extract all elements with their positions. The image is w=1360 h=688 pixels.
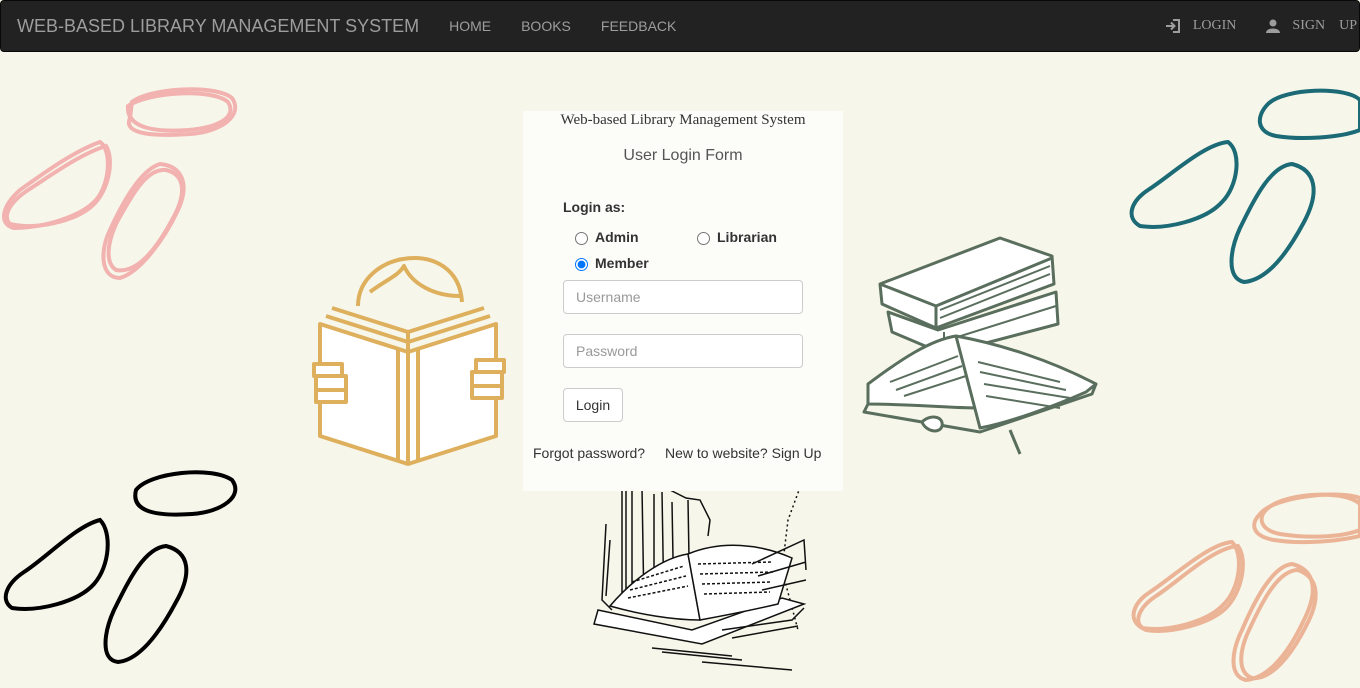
- radio-librarian-option[interactable]: Librarian: [697, 229, 777, 245]
- squiggle-teal-decoration: [1129, 88, 1360, 285]
- reading-person-illustration: [312, 256, 506, 466]
- signup-link[interactable]: New to website? Sign Up: [665, 445, 821, 461]
- book-stack-illustration: [862, 236, 1098, 455]
- nav-feedback[interactable]: FEEDBACK: [586, 18, 691, 34]
- radio-librarian-label: Librarian: [717, 229, 777, 245]
- nav-signup[interactable]: SIGN UP: [1266, 18, 1359, 34]
- nav-login-label: LOGIN: [1192, 18, 1237, 33]
- nav-signup-label-2: UP: [1339, 18, 1357, 33]
- nav-right: LOGIN SIGN UP: [1165, 1, 1359, 51]
- nav-signup-label-1: SIGN: [1292, 18, 1326, 33]
- radio-librarian[interactable]: [697, 232, 710, 245]
- radio-member-label: Member: [595, 255, 649, 271]
- radio-admin[interactable]: [575, 232, 588, 245]
- old-books-engraving: [593, 481, 807, 671]
- password-input[interactable]: [563, 334, 803, 368]
- login-button[interactable]: Login: [563, 388, 623, 422]
- log-in-icon: [1165, 19, 1180, 33]
- nav-home[interactable]: HOME: [434, 18, 506, 34]
- radio-admin-option[interactable]: Admin: [575, 229, 639, 245]
- radio-admin-label: Admin: [595, 229, 639, 245]
- panel-title: Web-based Library Management System: [560, 112, 806, 128]
- login-panel: Web-based Library Management System User…: [523, 111, 843, 491]
- squiggle-peach-decoration: [1131, 492, 1360, 683]
- nav-books[interactable]: BOOKS: [506, 18, 586, 34]
- navbar: WEB-BASED LIBRARY MANAGEMENT SYSTEM HOME…: [0, 0, 1360, 52]
- form-title: User Login Form: [623, 147, 743, 164]
- forgot-password-link[interactable]: Forgot password?: [533, 445, 645, 461]
- radio-member[interactable]: [575, 258, 588, 271]
- username-input[interactable]: [563, 280, 803, 314]
- nav-login[interactable]: LOGIN: [1165, 18, 1237, 34]
- user-icon: [1266, 19, 1281, 33]
- login-as-label: Login as:: [563, 199, 626, 215]
- squiggle-black-decoration: [3, 470, 238, 665]
- squiggle-pink-decoration: [2, 87, 237, 281]
- brand-title[interactable]: WEB-BASED LIBRARY MANAGEMENT SYSTEM: [17, 16, 419, 37]
- radio-member-option[interactable]: Member: [575, 255, 649, 271]
